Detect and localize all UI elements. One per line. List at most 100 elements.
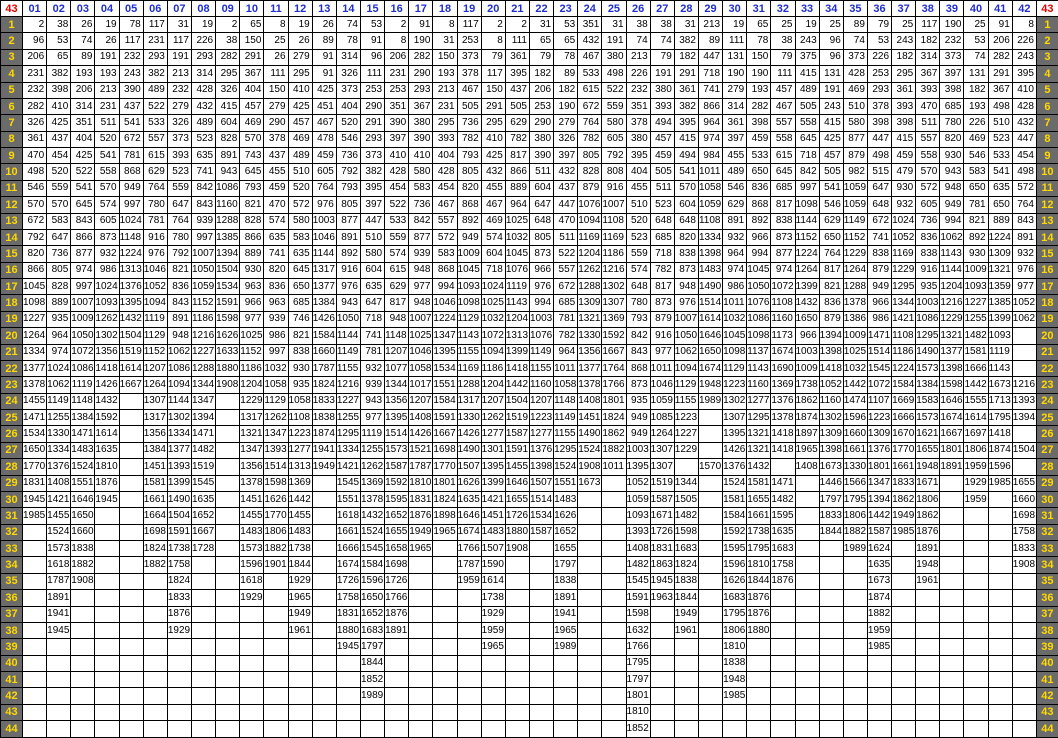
table-cell: 1442 [963, 376, 989, 394]
table-cell: 1661 [842, 441, 868, 460]
table-cell: 26 [94, 32, 120, 50]
table-cell: 1148 [553, 392, 579, 411]
table-cell: 1204 [480, 376, 506, 394]
table-cell: 1876 [770, 572, 796, 591]
table-cell: 1697 [963, 425, 989, 443]
table-cell: 1985 [891, 523, 917, 542]
table-cell [697, 441, 724, 460]
table-cell [553, 687, 579, 705]
row-label-left: 17 [0, 277, 23, 296]
table-cell: 494 [673, 146, 699, 165]
table-cell: 111 [770, 65, 796, 83]
table-cell [963, 638, 989, 656]
table-cell: 1838 [70, 539, 96, 558]
table-cell: 1787 [408, 458, 434, 476]
table-row: 27 1650 1334 1483 1635 1384 1377 1482 1347 1393 12… [0, 441, 1058, 460]
table-row: 44 1852 44 [0, 720, 1058, 738]
table-cell: 74 [335, 15, 361, 34]
table-cell: 1591 [166, 523, 192, 542]
table-cell: 1288 [456, 376, 482, 394]
table-cell: 1671 [915, 474, 941, 492]
table-cell: 1129 [722, 359, 748, 378]
table-cell [842, 605, 868, 623]
table-cell: 117 [142, 15, 168, 34]
table-cell [842, 556, 868, 574]
table-cell: 1584 [359, 556, 386, 574]
table-cell [842, 621, 868, 640]
table-cell: 1072 [866, 376, 893, 394]
table-cell [987, 523, 1013, 542]
table-cell: 523 [625, 228, 651, 247]
table-cell [239, 654, 265, 673]
row-label-left: 3 [0, 48, 23, 67]
table-cell: 1882 [70, 556, 96, 574]
row-label-right: 44 [1035, 720, 1058, 738]
table-cell: 1573 [915, 408, 941, 427]
table-cell: 1504 [166, 507, 192, 525]
table-cell: 645 [239, 163, 265, 181]
table-cell: 1394 [1011, 408, 1037, 427]
table-cell: 948 [384, 310, 410, 329]
table-cell [21, 670, 48, 689]
table-cell: 1824 [673, 556, 699, 574]
table-cell: 1646 [939, 392, 965, 411]
table-cell: 1766 [625, 638, 651, 656]
table-cell: 8 [480, 32, 506, 50]
table-cell: 1393 [625, 523, 651, 542]
table-cell: 1421 [480, 490, 506, 509]
table-cell: 1011 [601, 458, 627, 476]
table-cell [891, 687, 917, 705]
table-cell: 404 [335, 97, 361, 116]
table-cell: 570 [673, 179, 699, 198]
table-cell: 1378 [770, 408, 796, 427]
table-cell: 395 [359, 179, 386, 198]
table-cell: 1945 [649, 572, 675, 591]
table-cell: 1093 [625, 507, 651, 525]
table-cell [528, 654, 555, 673]
table-cell: 425 [287, 97, 313, 116]
table-cell: 38 [770, 32, 796, 50]
table-cell: 1959 [963, 490, 989, 509]
table-cell: 868 [432, 261, 458, 280]
table-cell: 1801 [625, 687, 651, 705]
table-cell: 1204 [504, 310, 530, 329]
table-cell: 1770 [891, 441, 917, 460]
table-cell: 1726 [384, 572, 410, 591]
table-cell: 879 [866, 261, 893, 280]
column-header: 10 [239, 0, 265, 17]
table-cell: 1646 [697, 327, 724, 345]
table-cell: 1344 [673, 474, 699, 492]
table-cell: 395 [1011, 65, 1037, 83]
table-cell [215, 621, 241, 640]
table-cell: 877 [408, 228, 434, 247]
table-cell: 1399 [480, 474, 506, 492]
table-cell [673, 638, 699, 656]
table-cell: 1262 [263, 408, 289, 427]
row-label-right: 35 [1035, 572, 1058, 591]
table-cell: 1393 [166, 458, 192, 476]
table-row: 7 326 425 351 511 541 533 326 489 604 469 290 457 467… [0, 114, 1058, 132]
table-cell [891, 621, 917, 640]
table-cell: 1334 [335, 441, 361, 460]
table-cell: 1646 [504, 474, 530, 492]
table-cell: 1309 [577, 294, 603, 312]
table-cell: 558 [94, 163, 120, 181]
table-cell: 828 [46, 277, 72, 296]
table-cell [384, 720, 410, 738]
table-cell: 1302 [818, 408, 844, 427]
table-cell: 1376 [46, 458, 72, 476]
table-cell: 1633 [215, 343, 241, 361]
table-cell: 437 [46, 130, 72, 149]
table-cell [215, 474, 241, 492]
table-cell: 243 [891, 32, 917, 50]
table-cell [70, 720, 96, 738]
table-cell: 1770 [263, 507, 289, 525]
table-cell [697, 654, 724, 673]
table-cell: 1378 [359, 490, 386, 509]
table-cell: 1369 [601, 310, 627, 329]
table-cell [46, 670, 72, 689]
table-cell: 574 [94, 196, 120, 214]
table-cell: 559 [384, 228, 410, 247]
table-cell: 1394 [866, 490, 893, 509]
table-cell: 866 [21, 261, 48, 280]
